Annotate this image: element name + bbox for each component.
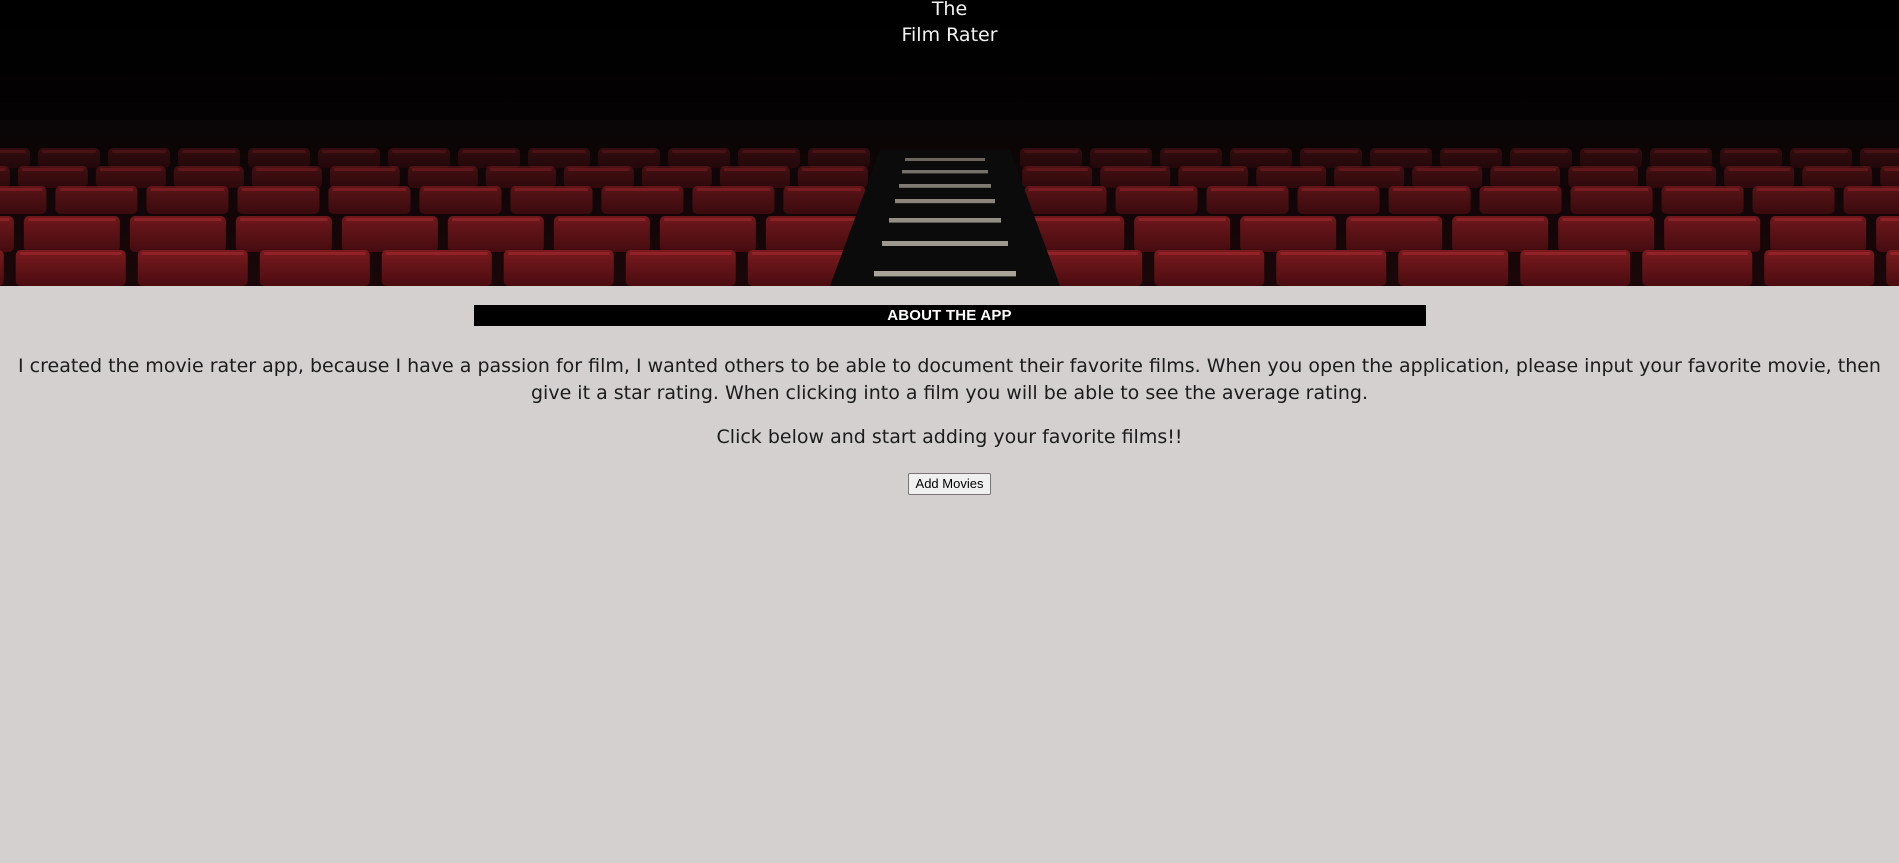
about-description: I created the movie rater app, because I… (18, 355, 1881, 404)
call-to-action-text: Click below and start adding your favori… (716, 426, 1183, 448)
site-title-line2: Film Rater (901, 24, 998, 46)
main-content: ABOUT THE APP I created the movie rater … (0, 305, 1899, 495)
site-title-line1: The (931, 0, 968, 20)
about-heading: ABOUT THE APP (473, 305, 1426, 326)
hero-banner: The Film Rater (0, 0, 1899, 286)
site-title: The Film Rater (0, 0, 1899, 48)
add-movies-button[interactable]: Add Movies (907, 473, 992, 495)
